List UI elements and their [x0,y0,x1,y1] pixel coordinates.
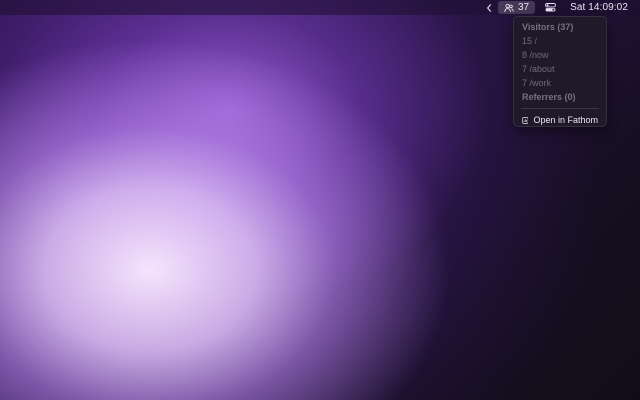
control-center-button[interactable] [539,0,562,15]
page-item: 7 /work [522,78,552,88]
menubar-clock[interactable]: Sat 14:09:02 [562,0,640,15]
open-in-fathom-label: Open in Fathom [533,115,598,125]
chevron-left-icon [487,3,492,12]
menu-bar: 37 Sat 14:09:02 [0,0,640,15]
fathom-menu-button[interactable]: 37 [497,1,536,14]
visitors-icon [504,3,514,12]
referrers-header: Referrers (0) [522,92,576,102]
fathom-dropdown-menu: Visitors (37) 15 / 8 /now 7 /about 7 /wo… [513,16,607,127]
visitors-header: Visitors (37) [522,22,574,32]
menubar-overflow-button[interactable] [482,0,496,15]
page-item: 15 / [522,36,538,46]
chart-icon [522,117,529,124]
visitor-count: 37 [517,2,530,13]
page-item: 7 /about [522,64,555,74]
control-center-icon [545,3,557,12]
open-in-fathom-item[interactable]: Open in Fathom [514,113,606,128]
menu-separator [521,108,599,109]
page-item: 8 /now [522,50,549,60]
